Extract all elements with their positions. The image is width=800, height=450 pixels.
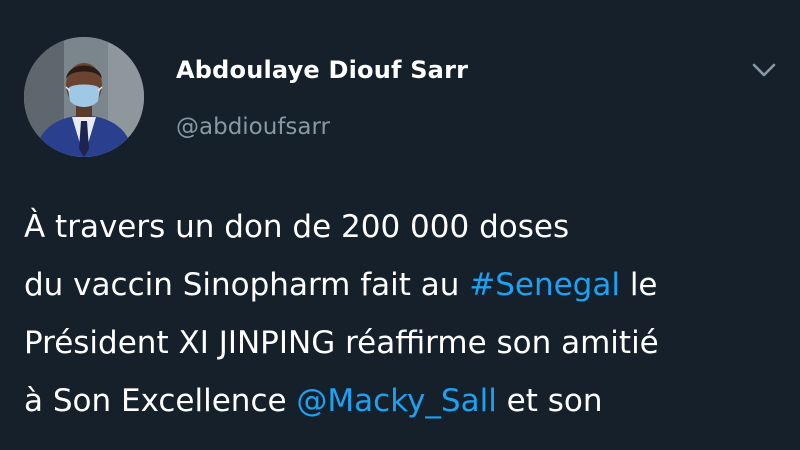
mention-link[interactable]: @Macky_Sall bbox=[296, 383, 496, 419]
tweet-text-segment: le bbox=[619, 267, 658, 303]
chevron-down-icon[interactable] bbox=[750, 58, 778, 82]
author-display-name[interactable]: Abdoulaye Diouf Sarr bbox=[176, 56, 468, 84]
tweet-text: À travers un don de 200 000 doses du vac… bbox=[24, 198, 784, 430]
tweet-card: Abdoulaye Diouf Sarr @abdioufsarr À trav… bbox=[0, 0, 800, 450]
author-avatar[interactable] bbox=[24, 37, 144, 157]
tweet-text-line: À travers un don de 200 000 doses bbox=[24, 198, 784, 256]
tweet-text-segment: À travers un don de 200 000 doses bbox=[24, 209, 570, 245]
author-info: Abdoulaye Diouf Sarr @abdioufsarr bbox=[176, 56, 468, 140]
tweet-text-line: du vaccin Sinopharm fait au #Senegal le bbox=[24, 256, 784, 314]
hashtag-link[interactable]: #Senegal bbox=[469, 267, 620, 303]
profile-photo-icon bbox=[24, 37, 144, 157]
tweet-text-segment: à Son Excellence bbox=[24, 383, 297, 419]
tweet-text-line: Président XI JINPING réaffirme son amiti… bbox=[24, 314, 784, 372]
tweet-text-segment: et son bbox=[496, 383, 603, 419]
tweet-text-line: à Son Excellence @Macky_Sall et son bbox=[24, 372, 784, 430]
tweet-text-segment: Président XI JINPING réaffirme son amiti… bbox=[24, 325, 659, 361]
tweet-text-segment: du vaccin Sinopharm fait au bbox=[24, 267, 470, 303]
author-handle[interactable]: @abdioufsarr bbox=[176, 114, 468, 140]
